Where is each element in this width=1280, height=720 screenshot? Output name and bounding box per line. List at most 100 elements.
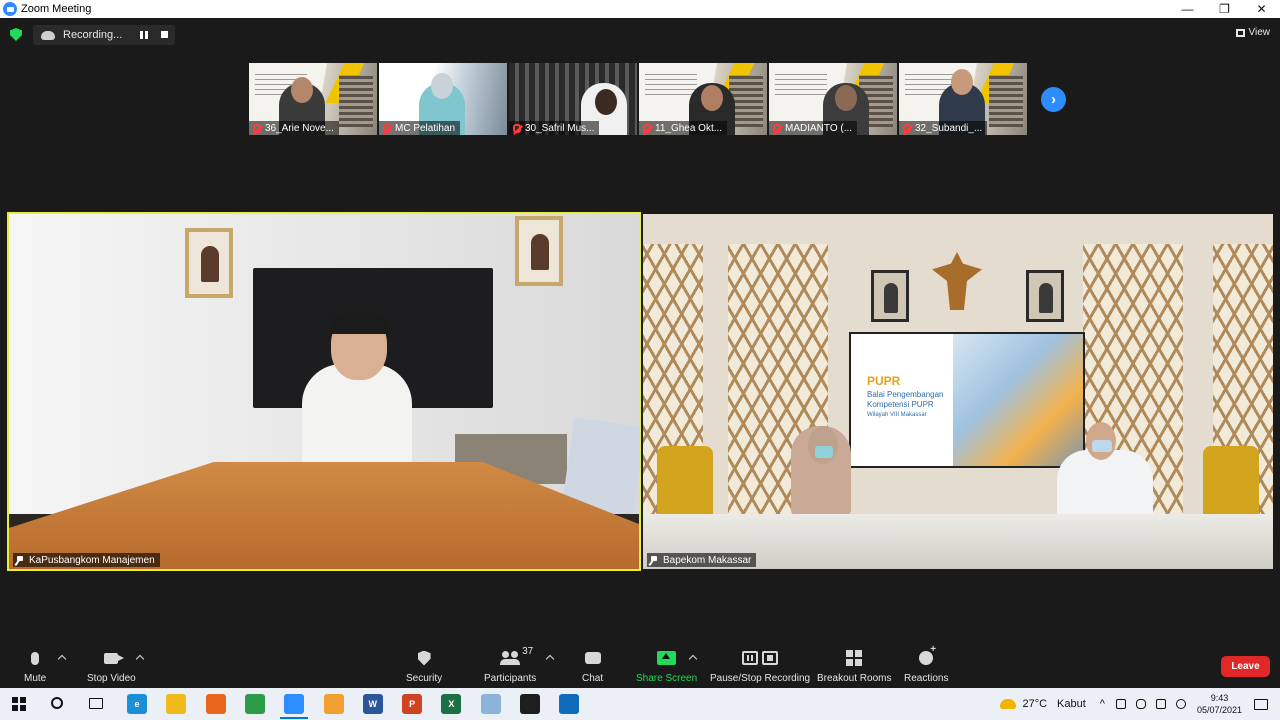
participant-name: 30_Safril Mus... bbox=[525, 122, 595, 134]
edge-icon[interactable]: e bbox=[127, 694, 147, 714]
breakout-rooms-button[interactable]: Breakout Rooms bbox=[817, 648, 891, 684]
zoom-icon[interactable] bbox=[284, 694, 305, 714]
participant-thumbnail[interactable]: 30_Safril Mus... bbox=[509, 63, 637, 135]
participant-thumbnail-strip: 36_Arie Nove... MC Pelatihan 30_Safril M… bbox=[249, 63, 1029, 135]
pause-recording-icon[interactable] bbox=[140, 31, 148, 39]
participants-count: 37 bbox=[522, 646, 534, 657]
security-label: Security bbox=[406, 673, 443, 684]
video-tile-right[interactable]: PUPR Balai Pengembangan Kompetensi PUPR … bbox=[643, 214, 1273, 569]
video-participant-name: KaPusbangkom Manajemen bbox=[29, 554, 155, 566]
volume-icon[interactable] bbox=[1175, 699, 1186, 709]
paint-icon[interactable] bbox=[480, 694, 501, 714]
media-player-icon[interactable] bbox=[323, 694, 344, 714]
participant-thumbnail[interactable]: 36_Arie Nove... bbox=[249, 63, 377, 135]
video-options-caret[interactable] bbox=[135, 654, 145, 664]
mic-muted-icon bbox=[253, 123, 261, 133]
search-icon[interactable] bbox=[51, 697, 63, 709]
firefox-icon[interactable] bbox=[205, 694, 226, 714]
mic-muted-icon bbox=[773, 123, 781, 133]
recording-label: Recording... bbox=[63, 29, 123, 41]
grid-icon bbox=[1235, 28, 1245, 37]
video-name-tag: KaPusbangkom Manajemen bbox=[13, 553, 160, 567]
share-screen-button[interactable]: Share Screen bbox=[636, 648, 697, 684]
wifi-icon[interactable] bbox=[1155, 699, 1166, 709]
windows-start-icon[interactable] bbox=[12, 697, 26, 711]
view-button[interactable]: View bbox=[1235, 27, 1271, 38]
powerpoint-icon[interactable]: P bbox=[402, 694, 423, 714]
zoom-window: Zoom Meeting — ❐ ✕ Recording... View 36_… bbox=[0, 0, 1280, 720]
recording-indicator: Recording... bbox=[33, 25, 175, 45]
mic-muted-icon bbox=[903, 123, 911, 133]
video-tile-left[interactable]: KaPusbangkom Manajemen bbox=[7, 212, 641, 571]
participant-thumbnail[interactable]: MADIANTO (... bbox=[769, 63, 897, 135]
participant-name: 36_Arie Nove... bbox=[265, 122, 334, 134]
participants-label: Participants bbox=[484, 673, 537, 684]
pause-stop-recording-label: Pause/Stop Recording bbox=[710, 673, 811, 684]
chat-button[interactable]: Chat bbox=[582, 648, 603, 684]
mute-label: Mute bbox=[24, 673, 47, 684]
encryption-shield-icon[interactable] bbox=[10, 28, 22, 41]
windows-taskbar: e WPX 27°C Kabut ^ 9:43 05/07/2021 bbox=[0, 688, 1280, 720]
pause-stop-recording-button[interactable]: Pause/Stop Recording bbox=[710, 648, 810, 684]
video-participant-name: Bapekom Makassar bbox=[663, 554, 752, 566]
chat-icon bbox=[584, 652, 601, 664]
stop-recording-icon[interactable] bbox=[161, 31, 168, 38]
task-view-icon[interactable] bbox=[89, 698, 103, 709]
pause-icon bbox=[742, 651, 759, 665]
network-icon[interactable] bbox=[1115, 699, 1126, 709]
file-explorer-icon[interactable] bbox=[166, 694, 187, 714]
share-screen-label: Share Screen bbox=[636, 673, 698, 684]
minimize-button[interactable]: — bbox=[1169, 0, 1206, 18]
leave-button[interactable]: Leave bbox=[1221, 656, 1270, 677]
tray-chevron-icon[interactable]: ^ bbox=[1100, 698, 1105, 710]
close-button[interactable]: ✕ bbox=[1243, 0, 1280, 18]
mic-muted-icon bbox=[383, 123, 391, 133]
view-label: View bbox=[1248, 27, 1271, 38]
window-title: Zoom Meeting bbox=[21, 3, 92, 15]
meeting-top-bar: Recording... View bbox=[0, 18, 1280, 52]
participant-thumbnail[interactable]: 32_Subandi_... bbox=[899, 63, 1027, 135]
weather-icon[interactable] bbox=[1000, 699, 1017, 709]
clock-time: 9:43 bbox=[1210, 693, 1229, 703]
zoom-logo-icon bbox=[3, 2, 17, 16]
audio-options-caret[interactable] bbox=[57, 654, 67, 664]
clock-date: 05/07/2021 bbox=[1196, 705, 1242, 715]
clock[interactable]: 9:43 05/07/2021 bbox=[1197, 692, 1242, 716]
excel-icon[interactable]: X bbox=[441, 694, 462, 714]
chrome-icon[interactable] bbox=[244, 694, 265, 714]
reactions-label: Reactions bbox=[904, 673, 949, 684]
pin-icon bbox=[16, 555, 24, 565]
participant-name: 11_Ghea Okt... bbox=[655, 122, 723, 134]
screen-logo: PU bbox=[867, 374, 884, 388]
security-button[interactable]: Security bbox=[406, 648, 442, 684]
mic-muted-icon bbox=[513, 123, 521, 133]
share-screen-icon bbox=[657, 651, 677, 665]
restore-button[interactable]: ❐ bbox=[1206, 0, 1243, 18]
temperature: 27°C bbox=[1022, 698, 1048, 710]
screen-line-3: Wilayah VIII Makassar bbox=[867, 412, 927, 418]
reactions-button[interactable]: Reactions bbox=[904, 644, 949, 684]
participants-button[interactable]: 37 Participants bbox=[484, 646, 537, 684]
cloud-icon bbox=[41, 30, 55, 40]
participant-name: 32_Subandi_... bbox=[915, 122, 983, 134]
participant-thumbnail[interactable]: MC Pelatihan bbox=[379, 63, 507, 135]
title-bar: Zoom Meeting — ❐ ✕ bbox=[0, 0, 1280, 18]
mute-button[interactable]: Mute bbox=[24, 648, 46, 684]
breakout-rooms-icon bbox=[846, 650, 863, 666]
participants-options-caret[interactable] bbox=[545, 654, 555, 664]
terminal-icon[interactable] bbox=[520, 694, 540, 714]
stop-video-button[interactable]: Stop Video bbox=[87, 648, 136, 684]
participant-thumbnail[interactable]: 11_Ghea Okt... bbox=[639, 63, 767, 135]
pin-icon bbox=[650, 555, 658, 565]
next-page-arrow-icon[interactable]: › bbox=[1041, 87, 1066, 112]
screen-line-2: Kompetensi PUPR bbox=[867, 400, 934, 409]
notifications-icon[interactable] bbox=[1254, 698, 1268, 710]
weather-condition: Kabut bbox=[1057, 698, 1086, 710]
video-app-icon[interactable] bbox=[559, 694, 580, 714]
word-icon[interactable]: W bbox=[362, 694, 383, 714]
stop-icon bbox=[762, 651, 779, 665]
mic-tray-icon[interactable] bbox=[1135, 699, 1146, 709]
participant-name: MADIANTO (... bbox=[785, 122, 853, 134]
video-name-tag: Bapekom Makassar bbox=[647, 553, 757, 567]
active-app-indicator bbox=[280, 717, 308, 719]
